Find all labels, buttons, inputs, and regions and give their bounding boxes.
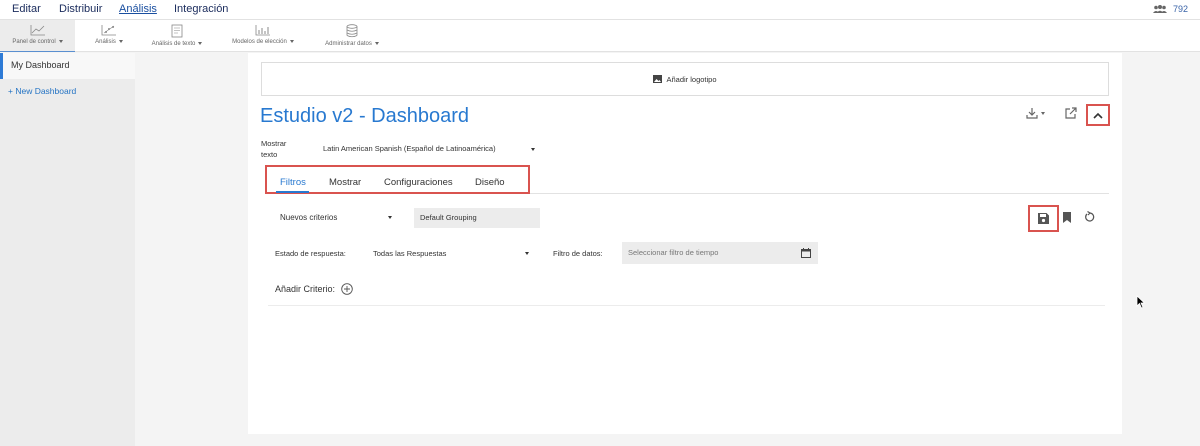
sidebar-item-my-dashboard[interactable]: My Dashboard: [0, 53, 135, 79]
response-status-select[interactable]: Todas las Respuestas: [367, 243, 533, 263]
chevron-down-icon: [289, 39, 294, 43]
data-filter-input[interactable]: Seleccionar filtro de tiempo: [622, 242, 818, 264]
image-icon: [653, 75, 663, 83]
add-logo-label: Añadir logotipo: [666, 74, 717, 84]
section-divider: [268, 305, 1105, 306]
dashboard-panel: Añadir logotipo Estudio v2 - Dashboard M…: [248, 53, 1122, 434]
calendar-icon[interactable]: [801, 248, 811, 258]
top-nav: Editar Distribuir Análisis Integración 7…: [0, 0, 1200, 19]
nav-editar[interactable]: Editar: [12, 3, 41, 15]
share-icon[interactable]: [1065, 107, 1077, 119]
tab-mostrar[interactable]: Mostrar: [329, 177, 361, 188]
reset-icon[interactable]: [1084, 211, 1096, 223]
chevron-down-icon: [525, 252, 529, 255]
chevron-down-icon: [374, 41, 379, 45]
bookmark-icon[interactable]: [1063, 212, 1071, 223]
tab-diseno[interactable]: Diseño: [475, 177, 505, 188]
save-icon: [1038, 213, 1049, 224]
mouse-cursor-icon: [1136, 295, 1146, 309]
chevron-up-icon: [1093, 112, 1103, 119]
criteria-select[interactable]: Nuevos criterios: [274, 208, 398, 228]
tab-filtros[interactable]: Filtros: [280, 177, 306, 188]
data-filter-label: Filtro de datos:: [553, 249, 603, 258]
toolbar-label: Administrar datos: [325, 41, 372, 47]
language-select[interactable]: Latin American Spanish (Español de Latin…: [323, 144, 496, 153]
show-text-line-1: Mostrar: [261, 139, 287, 148]
add-criteria-label: Añadir Criterio:: [275, 284, 336, 294]
nav-analisis[interactable]: Análisis: [119, 3, 157, 15]
chevron-down-icon[interactable]: [531, 148, 535, 151]
toolbar-panel-de-control[interactable]: Panel de control: [0, 20, 75, 52]
toolbar-analisis-de-texto[interactable]: Análisis de texto: [142, 20, 212, 52]
chevron-down-icon: [388, 216, 392, 219]
toolbar-label: Panel de control: [12, 39, 56, 45]
collapse-button[interactable]: [1086, 104, 1110, 126]
response-status-value: Todas las Respuestas: [373, 249, 447, 258]
header-actions: [1026, 107, 1077, 119]
toolbar-modelos-de-eleccion[interactable]: Modelos de elección: [222, 20, 304, 52]
add-criteria-row: Añadir Criterio:: [275, 283, 353, 295]
page-title: Estudio v2 - Dashboard: [260, 105, 470, 127]
scatter-chart-icon: [101, 25, 116, 36]
sidebar: My Dashboard + New Dashboard: [0, 53, 135, 446]
nav-distribuir[interactable]: Distribuir: [59, 3, 102, 15]
new-dashboard-link[interactable]: + New Dashboard: [8, 86, 76, 96]
nav-integracion[interactable]: Integración: [174, 3, 228, 15]
add-logo-button[interactable]: Añadir logotipo: [261, 62, 1109, 96]
toolbar-administrar-datos[interactable]: Administrar datos: [316, 20, 388, 52]
toolbar-label: Análisis: [95, 39, 116, 45]
chevron-down-icon: [118, 39, 123, 43]
toolbar-analisis[interactable]: Análisis: [85, 20, 133, 52]
text-analysis-icon: [171, 24, 183, 38]
toolbar-label: Análisis de texto: [151, 41, 196, 47]
toolbar-label: Modelos de elección: [232, 39, 287, 45]
save-button[interactable]: [1028, 205, 1059, 232]
download-icon: [1026, 108, 1038, 119]
grouping-field[interactable]: Default Grouping: [414, 208, 540, 228]
criteria-select-value: Nuevos criterios: [280, 213, 338, 222]
data-filter-placeholder: Seleccionar filtro de tiempo: [628, 248, 719, 257]
users-icon: [1152, 5, 1167, 13]
bar-chart-icon: [255, 25, 270, 36]
tab-active-indicator: [276, 191, 309, 193]
database-icon: [346, 24, 358, 38]
user-count-widget[interactable]: 792: [1152, 4, 1188, 14]
show-text-label: Mostrar texto: [261, 138, 286, 160]
download-button[interactable]: [1026, 107, 1045, 119]
tab-configuraciones[interactable]: Configuraciones: [384, 177, 453, 188]
chevron-down-icon: [58, 39, 63, 43]
response-status-label: Estado de respuesta:: [275, 249, 346, 258]
add-circle-icon[interactable]: [341, 283, 353, 295]
line-chart-icon: [30, 25, 45, 36]
user-count: 792: [1172, 4, 1188, 14]
show-text-line-2: texto: [261, 150, 278, 159]
chevron-down-icon: [198, 41, 203, 45]
toolbar: Panel de control Análisis Análisis de te…: [0, 19, 1200, 52]
chevron-down-icon: [1041, 111, 1045, 115]
